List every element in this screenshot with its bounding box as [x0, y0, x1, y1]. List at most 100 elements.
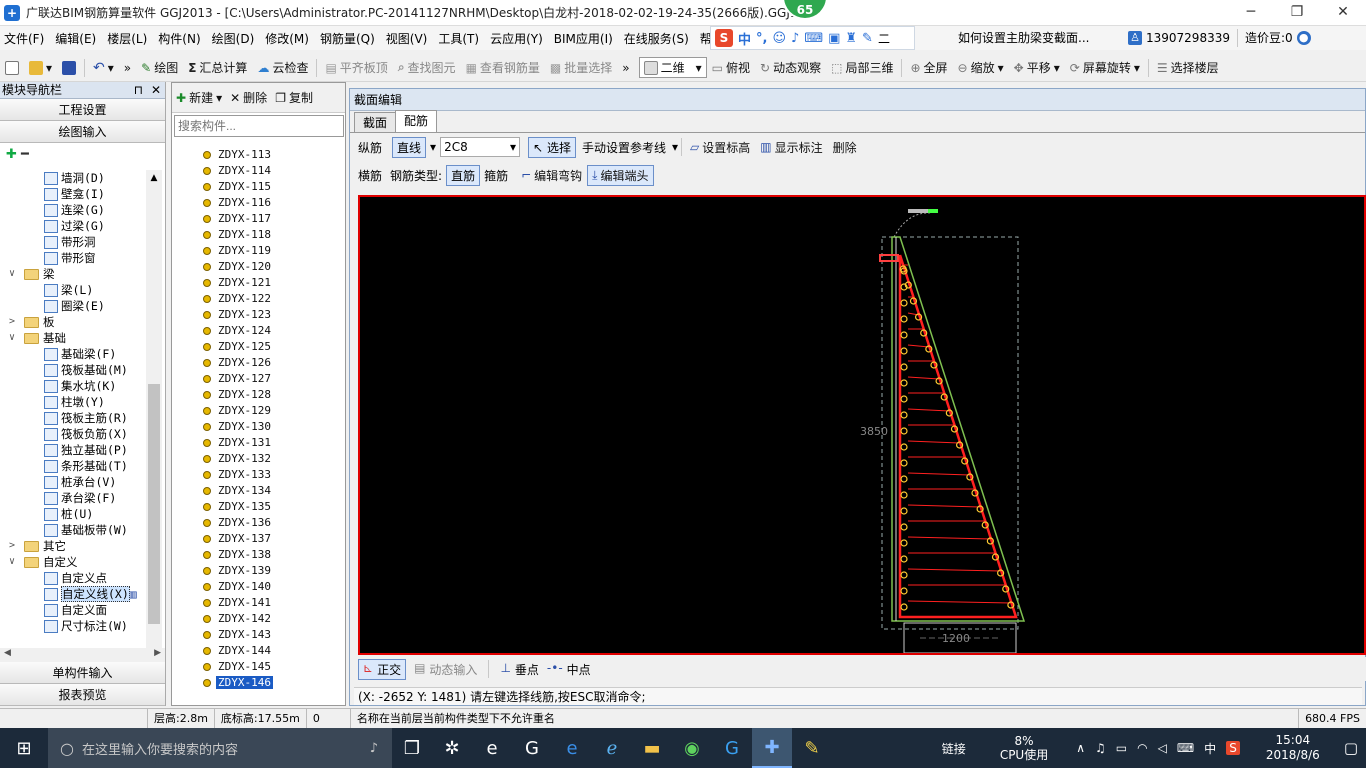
scroll-thumb[interactable] — [148, 384, 160, 624]
ime-indicator[interactable]: 中 — [1204, 740, 1216, 757]
collapse-chevron-icon[interactable]: ∨ — [6, 554, 18, 570]
component-item[interactable]: ZDYX-142 — [172, 611, 345, 627]
menu-item-0[interactable]: 文件(F) — [0, 30, 48, 47]
component-item[interactable]: ZDYX-116 — [172, 195, 345, 211]
component-item[interactable]: ZDYX-119 — [172, 243, 345, 259]
edge-icon[interactable]: e — [552, 728, 592, 768]
component-item[interactable]: ZDYX-144 — [172, 643, 345, 659]
start-button[interactable]: ⊞ — [0, 728, 48, 768]
view-button-5[interactable]: ✥ 平移 ▾ — [1009, 59, 1065, 76]
component-item[interactable]: ZDYX-117 — [172, 211, 345, 227]
tree-item[interactable]: 梁(L) — [0, 282, 146, 298]
beans-count[interactable]: 造价豆:0 — [1245, 26, 1293, 50]
close-button[interactable]: ✕ — [1320, 0, 1366, 26]
tree-item[interactable]: 尺寸标注(W) — [0, 618, 146, 634]
skin-icon[interactable]: ▣ — [828, 31, 840, 46]
line-mode-button[interactable]: 直线 — [392, 136, 427, 158]
tree-folder[interactable]: ∨ 基础 — [0, 330, 146, 346]
glodon-g-icon[interactable]: G — [712, 728, 752, 768]
longitudinal-label[interactable]: 纵筋 — [358, 139, 382, 156]
tree-item[interactable]: 基础板带(W) — [0, 522, 146, 538]
swirl-app-icon[interactable]: G — [512, 728, 552, 768]
user-phone[interactable]: 13907298339 — [1146, 26, 1230, 50]
component-item[interactable]: ZDYX-121 — [172, 275, 345, 291]
sogou-icon[interactable]: S — [715, 29, 733, 47]
component-item[interactable]: ZDYX-126 — [172, 355, 345, 371]
cpu-meter[interactable]: 8% CPU使用 — [1000, 734, 1048, 762]
line-mode-dropdown-icon[interactable]: ▾ — [430, 140, 436, 154]
component-item[interactable]: ZDYX-138 — [172, 547, 345, 563]
notes-app-icon[interactable]: ✎ — [792, 728, 832, 768]
edge-legacy-icon[interactable]: e — [472, 728, 512, 768]
tree-item[interactable]: 带形窗 — [0, 250, 146, 266]
help-hint-link[interactable]: 如何设置主肋梁变截面... — [958, 26, 1089, 50]
ie-icon[interactable]: ℯ — [592, 728, 632, 768]
scroll-up-icon[interactable]: ▲ — [146, 170, 162, 186]
section-single-component[interactable]: 单构件输入 — [0, 662, 165, 684]
component-item[interactable]: ZDYX-134 — [172, 483, 345, 499]
component-item[interactable]: ZDYX-125 — [172, 339, 345, 355]
task-view-icon[interactable]: ❐ — [392, 728, 432, 768]
component-item[interactable]: ZDYX-127 — [172, 371, 345, 387]
menu-item-4[interactable]: 绘图(D) — [208, 30, 259, 47]
sogou-tray-icon[interactable]: S — [1226, 741, 1240, 755]
expand-all-icon[interactable]: ✚ — [6, 147, 17, 162]
clock[interactable]: 15:04 2018/8/6 — [1258, 733, 1328, 763]
tree-folder[interactable]: > 其它 — [0, 538, 146, 554]
save-button[interactable] — [57, 60, 81, 75]
tree-item[interactable]: 筏板基础(M) — [0, 362, 146, 378]
component-item[interactable]: ZDYX-118 — [172, 227, 345, 243]
tree-folder[interactable]: > 板 — [0, 314, 146, 330]
component-item[interactable]: ZDYX-120 — [172, 259, 345, 275]
menu-item-5[interactable]: 修改(M) — [261, 30, 313, 47]
minimize-button[interactable]: ─ — [1228, 0, 1274, 26]
scroll-left-icon[interactable]: ◀ — [4, 648, 11, 658]
tab-section[interactable]: 截面 — [354, 112, 397, 132]
component-item[interactable]: ZDYX-141 — [172, 595, 345, 611]
drawing-canvas[interactable]: 1200 3850 — [358, 195, 1366, 655]
keyboard-icon[interactable]: ⌨ — [804, 31, 823, 46]
component-item[interactable]: ZDYX-128 — [172, 387, 345, 403]
view-button-1[interactable]: ↻ 动态观察 — [755, 59, 826, 76]
component-item[interactable]: ZDYX-113 — [172, 147, 345, 163]
tree-folder[interactable]: ∨ 梁 — [0, 266, 146, 282]
component-item[interactable]: ZDYX-123 — [172, 307, 345, 323]
tree-item[interactable]: 桩(U) — [0, 506, 146, 522]
open-file-button[interactable]: ▾ — [24, 60, 57, 75]
collapse-all-icon[interactable]: ━ — [21, 147, 29, 162]
view-mode-select[interactable]: 二维 ▾ — [638, 57, 707, 78]
tree-item[interactable]: 条形基础(T) — [0, 458, 146, 474]
section-drawing-input[interactable]: 绘图输入 — [0, 121, 165, 143]
component-search-input[interactable] — [174, 115, 344, 137]
tree-item[interactable]: 自定义点 — [0, 570, 146, 586]
component-item[interactable]: ZDYX-130 — [172, 419, 345, 435]
section-project-settings[interactable]: 工程设置 — [0, 99, 165, 121]
tree-item[interactable]: 壁龛(I) — [0, 186, 146, 202]
menu-item-8[interactable]: 工具(T) — [434, 30, 483, 47]
account-icon[interactable]: ● — [1296, 31, 1311, 45]
tree-item[interactable]: 独立基础(P) — [0, 442, 146, 458]
menu-item-9[interactable]: 云应用(Y) — [486, 30, 547, 47]
menu-item-6[interactable]: 钢筋量(Q) — [316, 30, 379, 47]
perpendicular-snap-button[interactable]: ⊥ 垂点 — [500, 661, 538, 678]
scroll-right-icon[interactable]: ▶ — [154, 648, 161, 658]
section-report-preview[interactable]: 报表预览 — [0, 684, 165, 706]
touch-keyboard-icon[interactable]: ⌨ — [1177, 741, 1194, 755]
show-annotation-button[interactable]: ▥ 显示标注 — [755, 139, 827, 156]
view-button-0[interactable]: ▭ 俯视 — [707, 59, 755, 76]
tree-item[interactable]: 墙洞(D) — [0, 170, 146, 186]
component-item[interactable]: ZDYX-132 — [172, 451, 345, 467]
expand-chevron-icon[interactable]: > — [6, 538, 18, 554]
wrench-icon[interactable]: ✎ — [862, 31, 873, 46]
set-elevation-button[interactable]: ▱ 设置标高 — [685, 139, 755, 156]
punct-icon[interactable]: °, — [756, 31, 767, 46]
component-item[interactable]: ZDYX-140 — [172, 579, 345, 595]
tray-expand-icon[interactable]: ∧ — [1076, 741, 1085, 755]
toolbar-button-5[interactable]: ▦ 查看钢筋量 — [461, 59, 545, 76]
component-item[interactable]: ZDYX-115 — [172, 179, 345, 195]
component-item[interactable]: ZDYX-139 — [172, 563, 345, 579]
component-item[interactable]: ZDYX-135 — [172, 499, 345, 515]
grid-icon[interactable]: ▥ — [130, 587, 137, 601]
toolbar-button-4[interactable]: ⌕ 查找图元 — [393, 59, 461, 76]
fan-app-icon[interactable]: ✲ — [432, 728, 472, 768]
